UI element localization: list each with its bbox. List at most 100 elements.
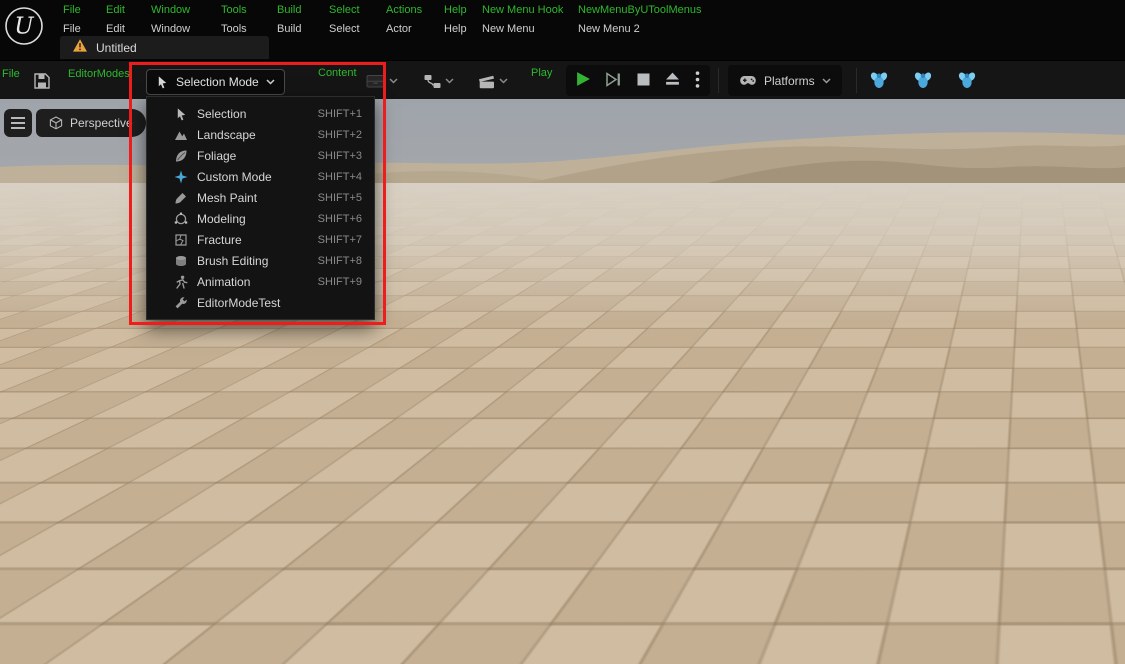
mesh-paint-icon	[173, 191, 189, 205]
brush-editing-icon	[173, 254, 189, 268]
perspective-label: Perspective	[70, 116, 133, 130]
unreal-editor-window: U File File Edit Edit Window Window Tool…	[0, 0, 1125, 664]
unreal-logo: U	[3, 5, 45, 47]
bug-tool-button-2[interactable]	[912, 69, 934, 91]
debug-menu-label: File	[63, 4, 81, 16]
eject-button[interactable]	[665, 72, 680, 89]
debug-menu-label: Select	[329, 4, 360, 16]
untitled-tab[interactable]: Untitled	[60, 36, 269, 59]
menu-col-edit: Edit Edit	[106, 4, 125, 35]
menu-item-tools[interactable]: Tools	[221, 23, 247, 35]
bug-tool-button-3[interactable]	[956, 69, 978, 91]
skip-icon	[606, 71, 621, 87]
play-debug-label: Play	[531, 67, 553, 79]
debug-menu-label: Actions	[386, 4, 423, 16]
selection-mode-dropdown[interactable]: Selection Mode	[146, 69, 285, 95]
play-icon	[577, 72, 590, 86]
landscape-icon	[173, 128, 189, 142]
menu-item-select[interactable]: Select	[329, 23, 360, 35]
platforms-icon	[740, 76, 756, 85]
mode-menu-item-fracture[interactable]: Fracture SHIFT+7	[147, 229, 374, 250]
menu-item-edit[interactable]: Edit	[106, 23, 125, 35]
mode-menu-item-landscape[interactable]: Landscape SHIFT+2	[147, 124, 374, 145]
content-drawer-button[interactable]	[366, 70, 398, 92]
mode-menu-item-modeling[interactable]: Modeling SHIFT+6	[147, 208, 374, 229]
menu-col-window: Window Window	[151, 4, 190, 35]
toolbar-divider	[718, 68, 719, 93]
main-toolbar: File EditorModes Selection Mode Content	[0, 60, 1125, 99]
stop-icon	[637, 73, 649, 85]
chevron-down-icon	[389, 78, 398, 84]
menu-col-help: Help Help	[444, 4, 467, 35]
bug-icon	[958, 72, 976, 88]
cursor-icon	[158, 76, 167, 89]
debug-menu-label: NewMenuByUToolMenus	[578, 4, 702, 16]
menu-item-window[interactable]: Window	[151, 23, 190, 35]
mode-menu-item-foliage[interactable]: Foliage SHIFT+3	[147, 145, 374, 166]
mode-menu-item-mesh-paint[interactable]: Mesh Paint SHIFT+5	[147, 187, 374, 208]
mode-button-label: Selection Mode	[176, 75, 259, 89]
menu-item-build[interactable]: Build	[277, 23, 301, 35]
animation-icon	[173, 275, 189, 289]
viewport-options-button[interactable]	[4, 109, 32, 137]
modeling-icon	[173, 212, 189, 226]
warning-icon	[72, 38, 88, 58]
skip-button[interactable]	[606, 71, 621, 90]
debug-menu-label: Edit	[106, 4, 125, 16]
editormodes-debug-label: EditorModes	[68, 68, 130, 80]
debug-menu-label: Help	[444, 4, 467, 16]
mode-menu-item-animation[interactable]: Animation SHIFT+9	[147, 271, 374, 292]
chevron-down-icon	[266, 79, 275, 85]
cursor-icon	[173, 107, 189, 121]
kebab-icon	[695, 70, 700, 88]
debug-menu-label: New Menu Hook	[482, 4, 564, 16]
cinematics-button[interactable]	[478, 70, 508, 92]
custom-mode-icon	[173, 170, 189, 184]
perspective-button[interactable]: Perspective	[36, 109, 146, 137]
debug-menu-label: Tools	[221, 4, 247, 16]
mode-menu-item-selection[interactable]: Selection SHIFT+1	[147, 103, 374, 124]
menu-col-tools: Tools Tools	[221, 4, 247, 35]
mode-menu-item-brush-editing[interactable]: Brush Editing SHIFT+8	[147, 250, 374, 271]
titlebar: U File File Edit Edit Window Window Tool…	[0, 0, 1125, 60]
mode-menu-item-editor-mode-test[interactable]: EditorModeTest	[147, 292, 374, 313]
editor-mode-test-icon	[173, 296, 189, 310]
menu-item-actor[interactable]: Actor	[386, 23, 422, 35]
foliage-icon	[173, 149, 189, 163]
play-button[interactable]	[576, 71, 591, 90]
kebab-menu-button[interactable]	[695, 70, 700, 91]
debug-menu-label: Build	[277, 4, 302, 16]
mode-menu-item-custom-mode[interactable]: Custom Mode SHIFT+4	[147, 166, 374, 187]
save-button[interactable]	[30, 69, 54, 93]
menu-item-file[interactable]: File	[63, 23, 81, 35]
save-icon	[34, 73, 50, 89]
platforms-label: Platforms	[764, 73, 815, 88]
transport-controls	[566, 65, 710, 96]
menu-col-new-menu-2: NewMenuByUToolMenus New Menu 2	[578, 4, 702, 35]
file-debug-label: File	[2, 68, 20, 80]
content-drawer-icon	[366, 75, 385, 88]
toolbar-divider	[856, 68, 857, 93]
platforms-dropdown[interactable]: Platforms	[728, 65, 842, 96]
chevron-down-icon	[499, 78, 508, 84]
menu-col-actor: Actions Actor	[386, 4, 422, 35]
eject-icon	[665, 72, 679, 85]
tab-label: Untitled	[96, 40, 137, 55]
mode-dropdown-menu: Selection SHIFT+1 Landscape SHIFT+2 Foli…	[146, 96, 375, 320]
menu-item-new-menu[interactable]: New Menu	[482, 23, 563, 35]
svg-text:U: U	[14, 14, 35, 40]
fracture-icon	[173, 233, 189, 247]
menu-item-help[interactable]: Help	[444, 23, 467, 35]
bug-icon	[914, 72, 932, 88]
bug-icon	[870, 72, 888, 88]
menu-item-new-menu-2[interactable]: New Menu 2	[578, 23, 702, 35]
blueprints-button[interactable]	[424, 70, 454, 92]
cinematics-icon	[479, 75, 494, 89]
bug-tool-button-1[interactable]	[868, 69, 890, 91]
content-debug-label: Content	[318, 67, 357, 79]
menu-col-file: File File	[63, 4, 81, 35]
chevron-down-icon	[445, 78, 454, 84]
chevron-down-icon	[822, 77, 831, 84]
menu-col-new-menu: New Menu Hook New Menu	[482, 4, 563, 35]
stop-button[interactable]	[637, 73, 650, 89]
